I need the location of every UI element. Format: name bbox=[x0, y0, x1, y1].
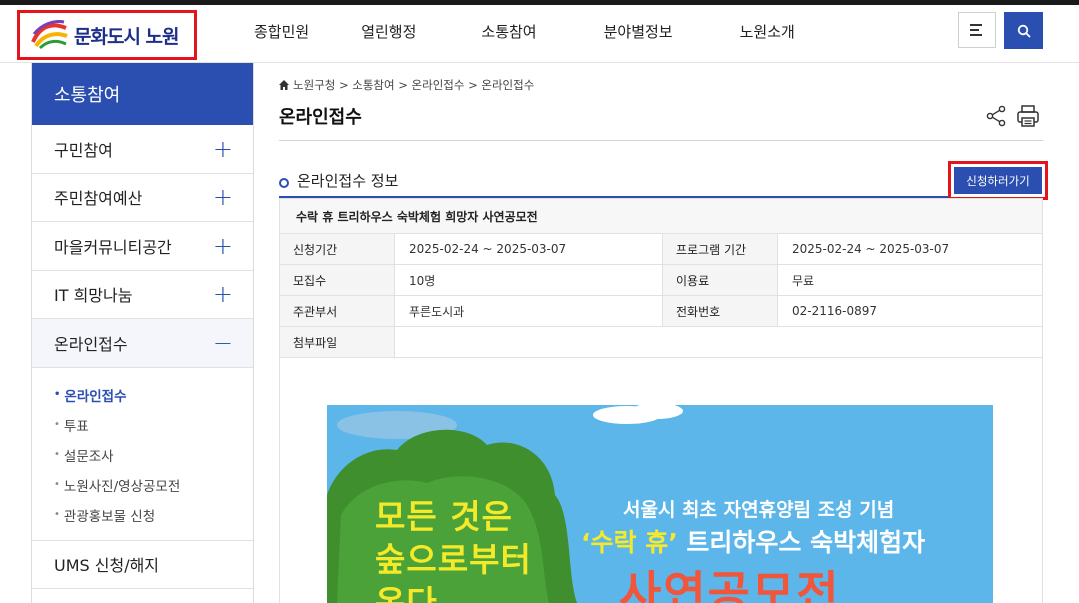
apply-button-highlight: 신청하러가기 bbox=[948, 161, 1048, 200]
table-label: 전화번호 bbox=[662, 295, 778, 327]
menu-button[interactable] bbox=[958, 12, 996, 48]
nav-item-participation[interactable]: 소통참여 bbox=[481, 21, 536, 42]
table-value: 2025-02-24 ~ 2025-03-07 bbox=[394, 233, 663, 265]
poster-slogan: 모든 것은 숲으로부터 온다 bbox=[375, 495, 532, 603]
search-button[interactable] bbox=[1004, 12, 1043, 49]
plus-icon: + bbox=[212, 231, 233, 260]
section-title: 온라인접수 정보 bbox=[297, 172, 399, 190]
sidebar-item-participatory-budget[interactable]: 주민참여예산 + bbox=[32, 174, 253, 222]
submenu-item-tourism-materials[interactable]: • 관광홍보물 신청 bbox=[54, 500, 253, 530]
table-label: 신청기간 bbox=[279, 233, 395, 265]
poster-slogan-line: 모든 것은 bbox=[375, 497, 513, 536]
site-logo[interactable]: 문화도시 노원 bbox=[17, 10, 197, 60]
program-subject: 수락 휴 트리하우스 숙박체험 희망자 사연공모전 bbox=[279, 198, 1043, 234]
submenu-label: 관광홍보물 신청 bbox=[63, 508, 156, 525]
attachment-value bbox=[394, 326, 1043, 358]
bullet-icon: • bbox=[54, 449, 60, 460]
table-value: 2025-02-24 ~ 2025-03-07 bbox=[777, 233, 1043, 265]
breadcrumb-text[interactable]: 노원구청 > 소통참여 > 온라인접수 > 온라인접수 bbox=[293, 77, 534, 93]
poster-subtitle: 서울시 최초 자연휴양림 조성 기념 bbox=[623, 499, 895, 521]
home-icon bbox=[279, 80, 289, 90]
minus-icon: − bbox=[212, 328, 233, 357]
nav-item-open-admin[interactable]: 열린행정 bbox=[361, 21, 416, 42]
nav-item-civil-service[interactable]: 종합민원 bbox=[254, 21, 309, 42]
submenu-item-photo-contest[interactable]: • 노원사진/영상공모전 bbox=[54, 470, 253, 500]
poster-headline-rest: 트리하우스 숙박체험자 bbox=[677, 528, 926, 557]
logo-text: 문화도시 노원 bbox=[74, 25, 179, 48]
plus-icon: + bbox=[212, 183, 233, 212]
submenu-label: 설문조사 bbox=[63, 448, 114, 465]
info-table: 수락 휴 트리하우스 숙박체험 희망자 사연공모전 신청기간 2025-02-2… bbox=[279, 198, 1043, 358]
poster-image: 모든 것은 숲으로부터 온다 서울시 최초 자연휴양림 조성 기념 ‘수락 휴’… bbox=[327, 405, 993, 603]
sidebar-submenu: • 온라인접수 • 투표 • 설문조사 • 노원사진/영상공모전 • 관광홍보물… bbox=[32, 368, 253, 541]
sidebar-title: 소통참여 bbox=[32, 63, 253, 125]
poster-headline-quote: ‘수락 휴’ bbox=[581, 528, 678, 557]
table-label: 프로그램 기간 bbox=[662, 233, 778, 265]
submenu-label: 투표 bbox=[63, 418, 89, 435]
sidebar-item-ums[interactable]: UMS 신청/해지 bbox=[32, 541, 253, 589]
main-navigation: 종합민원 열린행정 소통참여 분야별정보 노원소개 bbox=[254, 5, 795, 57]
sidebar-item-label: 온라인접수 bbox=[54, 334, 128, 354]
poster-headline: ‘수락 휴’ 트리하우스 숙박체험자 bbox=[581, 523, 925, 559]
hamburger-icon bbox=[970, 24, 982, 36]
site-header: 문화도시 노원 종합민원 열린행정 소통참여 분야별정보 노원소개 bbox=[0, 5, 1079, 63]
poster-title: 사연공모전 bbox=[619, 566, 841, 603]
breadcrumb: 노원구청 > 소통참여 > 온라인접수 > 온라인접수 bbox=[279, 77, 534, 93]
sidebar-item-community-space[interactable]: 마을커뮤니티공간 + bbox=[32, 222, 253, 271]
poster-slogan-line: 온다 bbox=[375, 583, 438, 603]
table-value: 무료 bbox=[777, 264, 1043, 296]
sidebar-item-label: UMS 신청/해지 bbox=[54, 556, 160, 576]
table-label: 첨부파일 bbox=[279, 326, 395, 358]
table-row: 주관부서 푸른도시과 전화번호 02-2116-0897 bbox=[279, 295, 1043, 327]
title-divider bbox=[279, 140, 1043, 141]
plus-icon: + bbox=[212, 134, 233, 163]
table-label: 이용료 bbox=[662, 264, 778, 296]
search-icon bbox=[1017, 24, 1031, 38]
apply-button[interactable]: 신청하러가기 bbox=[954, 167, 1042, 194]
submenu-item-vote[interactable]: • 투표 bbox=[54, 410, 253, 440]
sidebar-item-label: 마을커뮤니티공간 bbox=[54, 237, 172, 257]
bullet-icon: • bbox=[54, 509, 60, 520]
poster-slogan-line: 숲으로부터 bbox=[375, 540, 532, 579]
submenu-label: 온라인접수 bbox=[64, 388, 127, 405]
table-value: 푸른도시과 bbox=[394, 295, 663, 327]
logo-mark-icon bbox=[31, 20, 68, 50]
table-value: 02-2116-0897 bbox=[777, 295, 1043, 327]
bullet-icon: • bbox=[54, 389, 61, 400]
table-label: 모집수 bbox=[279, 264, 395, 296]
print-icon[interactable] bbox=[1016, 104, 1040, 128]
circle-bullet-icon bbox=[279, 177, 289, 188]
table-row: 신청기간 2025-02-24 ~ 2025-03-07 프로그램 기간 202… bbox=[279, 233, 1043, 265]
sidebar-item-label: 구민참여 bbox=[54, 140, 113, 160]
submenu-label: 노원사진/영상공모전 bbox=[63, 478, 181, 495]
table-row: 수락 휴 트리하우스 숙박체험 희망자 사연공모전 bbox=[279, 198, 1043, 234]
sidebar-item-online-application[interactable]: 온라인접수 − bbox=[32, 319, 253, 368]
sidebar-item-resident-participation[interactable]: 구민참여 + bbox=[32, 125, 253, 174]
sidebar: 소통참여 구민참여 + 주민참여예산 + 마을커뮤니티공간 + IT 희망나눔 … bbox=[31, 63, 254, 603]
sidebar-item-label: 주민참여예산 bbox=[54, 189, 143, 209]
bullet-icon: • bbox=[54, 419, 60, 430]
table-row: 첨부파일 bbox=[279, 326, 1043, 358]
plus-icon: + bbox=[212, 280, 233, 309]
nav-item-about[interactable]: 노원소개 bbox=[740, 21, 795, 42]
share-icon[interactable] bbox=[985, 105, 1007, 127]
section-heading: 온라인접수 정보 bbox=[279, 170, 398, 191]
submenu-item-survey[interactable]: • 설문조사 bbox=[54, 440, 253, 470]
bullet-icon: • bbox=[54, 479, 60, 490]
nav-item-field-info[interactable]: 분야별정보 bbox=[604, 21, 673, 42]
table-label: 주관부서 bbox=[279, 295, 395, 327]
sidebar-item-label: IT 희망나눔 bbox=[54, 286, 133, 306]
sidebar-item-it-sharing[interactable]: IT 희망나눔 + bbox=[32, 271, 253, 319]
page-title: 온라인접수 bbox=[279, 107, 362, 128]
table-row: 모집수 10명 이용료 무료 bbox=[279, 264, 1043, 296]
submenu-item-online-application[interactable]: • 온라인접수 bbox=[54, 380, 253, 410]
table-value: 10명 bbox=[394, 264, 663, 296]
